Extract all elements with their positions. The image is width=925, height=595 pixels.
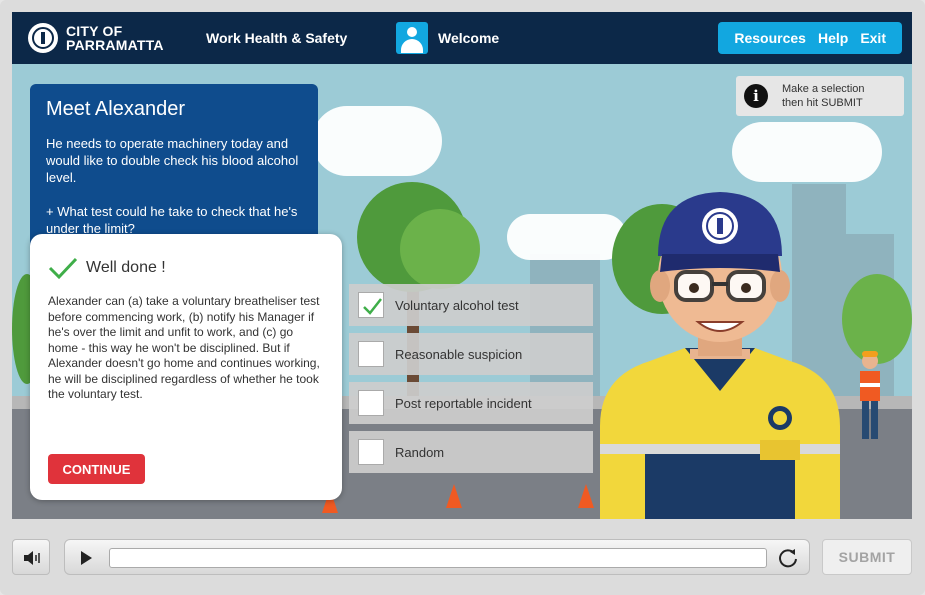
option-post-reportable-incident[interactable]: Post reportable incident — [349, 382, 593, 424]
option-reasonable-suspicion[interactable]: Reasonable suspicion — [349, 333, 593, 375]
instruction-hint: i Make a selection then hit SUBMIT — [736, 76, 904, 116]
city-logo: CITY OF PARRAMATTA — [28, 23, 164, 53]
checkmark-icon — [363, 298, 382, 315]
header-bar: CITY OF PARRAMATTA Work Health & Safety … — [12, 12, 912, 64]
course-title: Work Health & Safety — [206, 30, 348, 46]
feedback-body: Alexander can (a) take a voluntary breat… — [48, 294, 320, 401]
option-checkbox[interactable] — [358, 341, 384, 367]
welcome-label: Welcome — [438, 30, 500, 46]
resources-link[interactable]: Resources — [734, 30, 806, 46]
replay-icon[interactable] — [777, 547, 799, 569]
check-icon — [48, 257, 78, 280]
welcome-area: Welcome — [396, 22, 499, 54]
character-alexander — [600, 192, 840, 519]
volume-button[interactable] — [12, 539, 50, 575]
exit-link[interactable]: Exit — [860, 30, 886, 46]
option-label: Post reportable incident — [395, 395, 532, 411]
help-link[interactable]: Help — [818, 30, 848, 46]
hint-line-1: Make a selection — [782, 83, 865, 95]
traffic-cone-icon — [446, 484, 462, 508]
feedback-dialog: Well done ! Alexander can (a) take a vol… — [30, 234, 342, 500]
option-label: Voluntary alcohol test — [395, 297, 519, 313]
option-voluntary-alcohol-test[interactable]: Voluntary alcohol test — [349, 284, 593, 326]
question-intro: He needs to operate machinery today and … — [46, 136, 299, 185]
user-icon — [396, 22, 428, 54]
logo-line-1: CITY OF — [66, 23, 123, 39]
seek-bar[interactable] — [109, 548, 767, 568]
question-prompt: + What test could he take to check that … — [46, 204, 298, 236]
hint-line-2: then hit SUBMIT — [782, 97, 863, 109]
playback-controls — [64, 539, 810, 575]
city-seal-icon — [28, 23, 58, 53]
continue-button[interactable]: CONTINUE — [48, 454, 145, 484]
info-icon: i — [744, 84, 768, 108]
play-icon[interactable] — [81, 551, 92, 565]
submit-button[interactable]: SUBMIT — [822, 539, 912, 575]
option-label: Random — [395, 444, 445, 460]
header-nav: Resources Help Exit — [718, 22, 902, 54]
tree-canopy — [400, 209, 480, 289]
question-title: Meet Alexander — [46, 98, 185, 120]
cloud — [312, 106, 442, 176]
option-checkbox[interactable] — [358, 390, 384, 416]
option-label: Reasonable suspicion — [395, 346, 523, 362]
speaker-icon — [24, 551, 40, 565]
feedback-title: Well done ! — [86, 259, 166, 276]
option-checkbox[interactable] — [358, 292, 384, 318]
option-checkbox[interactable] — [358, 439, 384, 465]
option-random[interactable]: Random — [349, 431, 593, 473]
logo-line-2: PARRAMATTA — [66, 37, 164, 53]
